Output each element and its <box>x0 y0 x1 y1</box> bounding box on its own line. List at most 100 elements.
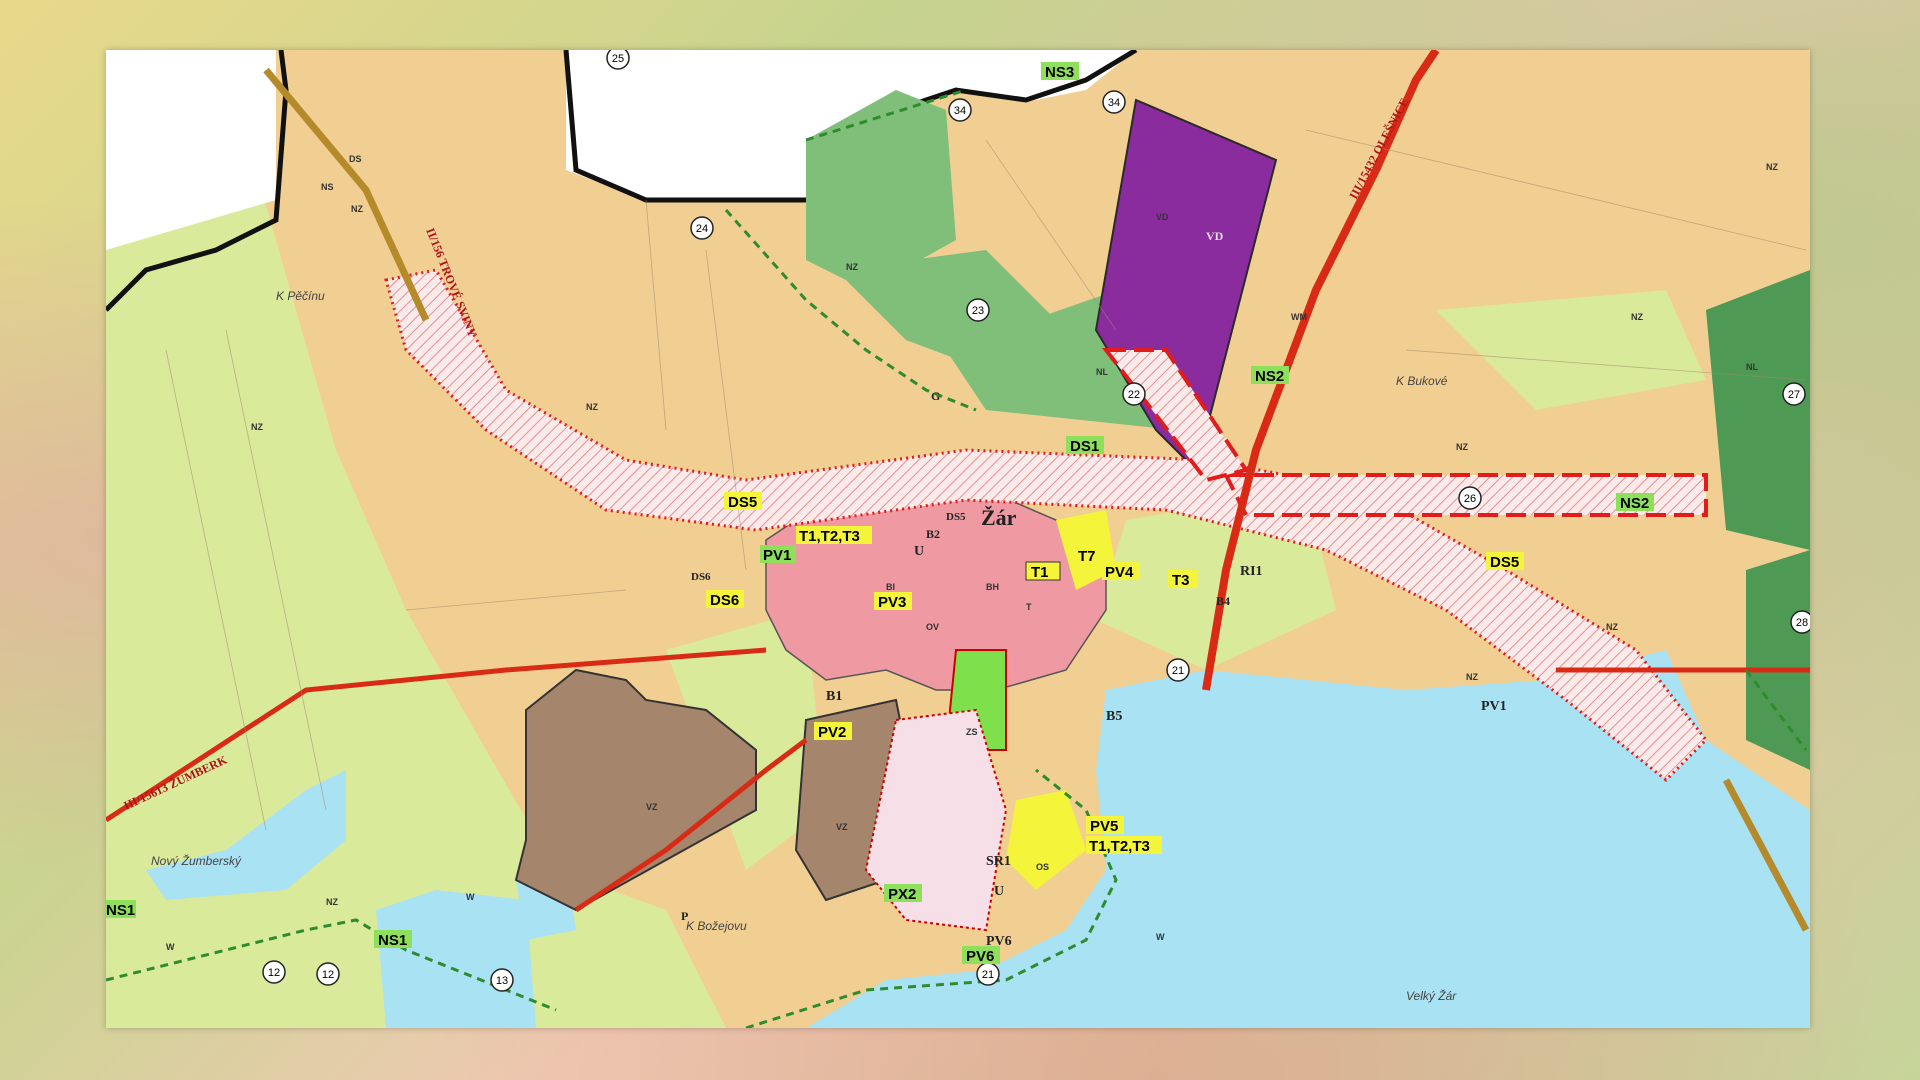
code-ds: DS <box>349 154 362 164</box>
svg-text:13: 13 <box>496 975 508 987</box>
code-vz: VZ <box>646 802 658 812</box>
code-b5: B5 <box>1106 709 1122 724</box>
circle-number-marker: 28 <box>1790 610 1810 634</box>
svg-text:34: 34 <box>954 105 966 117</box>
tag-pv1: PV1 <box>760 545 796 564</box>
code-ri1: RI1 <box>1240 564 1263 579</box>
code-ns: NS <box>321 182 334 192</box>
svg-text:PV5: PV5 <box>1090 818 1118 835</box>
svg-text:T1,T2,T3: T1,T2,T3 <box>799 528 860 545</box>
code-ds5: DS5 <box>946 511 966 523</box>
tag-ns1: NS1 <box>374 930 412 949</box>
code-g: G <box>931 389 940 403</box>
circle-number-marker: 34 <box>948 98 972 122</box>
tag-ds1: DS1 <box>1066 436 1104 455</box>
code-vd: VD <box>1156 212 1169 222</box>
code-nz: NZ <box>846 262 858 272</box>
svg-text:T1,T2,T3: T1,T2,T3 <box>1089 838 1150 855</box>
tag-ns3: NS3 <box>1041 62 1079 81</box>
circle-number-marker: 24 <box>690 216 714 240</box>
svg-text:25: 25 <box>612 53 624 65</box>
tag-t1: T1 <box>1025 561 1061 581</box>
code-t: T <box>1026 602 1032 612</box>
code-os: OS <box>1036 862 1049 872</box>
svg-text:DS5: DS5 <box>1490 554 1519 571</box>
code-b4: B4 <box>1216 594 1230 608</box>
code-nz: NZ <box>1606 622 1618 632</box>
code-nz: NZ <box>1456 442 1468 452</box>
tag-pv5: PV5 <box>1086 816 1124 835</box>
tag-pv2: PV2 <box>814 722 852 741</box>
code-pv6: PV6 <box>986 934 1012 949</box>
tag-t123: T1,T2,T3 <box>1086 836 1162 855</box>
locality-velky-zar: Velký Žár <box>1406 988 1457 1003</box>
road-label-iii-15432: III/15432 OLEŠNICE <box>1346 96 1411 202</box>
locality-novy-zumbersky: Nový Žumberský <box>151 853 242 868</box>
code-nz: NZ <box>351 204 363 214</box>
code-w: W <box>466 892 475 902</box>
code-bi: BI <box>886 582 895 592</box>
svg-text:PV6: PV6 <box>966 948 994 965</box>
svg-text:34: 34 <box>1108 97 1120 109</box>
svg-text:DS1: DS1 <box>1070 438 1099 455</box>
code-nz: NZ <box>251 422 263 432</box>
tag-pv3: PV3 <box>874 592 912 611</box>
code-nz: NZ <box>1766 162 1778 172</box>
code-nz: NZ <box>1631 312 1643 322</box>
svg-text:22: 22 <box>1128 389 1140 401</box>
code-ov: OV <box>926 622 939 632</box>
svg-text:27: 27 <box>1788 389 1800 401</box>
village-name: Žár <box>981 505 1017 530</box>
code-w: W <box>1156 932 1165 942</box>
tag-ds5: DS5 <box>1486 552 1524 571</box>
code-nl: NL <box>1096 367 1108 377</box>
tag-ns2: NS2 <box>1616 493 1654 512</box>
zoning-map[interactable]: NZ NZ NZ NZ NZ NZ NZ NZ NZ NZ DS NS NL N… <box>106 50 1810 1028</box>
svg-text:21: 21 <box>982 969 994 981</box>
tag-px2: PX2 <box>884 884 922 903</box>
circle-number-marker: 21 <box>1166 658 1190 682</box>
tag-t123: T1,T2,T3 <box>796 526 872 545</box>
tag-t3: T3 <box>1168 570 1198 589</box>
circle-number-marker: 26 <box>1458 486 1482 510</box>
tag-t7: T7 <box>1074 546 1106 565</box>
tag-pv4: PV4 <box>1102 562 1140 581</box>
svg-text:PV1: PV1 <box>763 547 791 564</box>
code-ds6: DS6 <box>691 571 711 583</box>
code-bh: BH <box>986 582 999 592</box>
svg-text:PV2: PV2 <box>818 724 846 741</box>
tag-ns2: NS2 <box>1251 366 1289 385</box>
svg-text:23: 23 <box>972 305 984 317</box>
svg-text:28: 28 <box>1796 617 1808 629</box>
code-nz: NZ <box>1466 672 1478 682</box>
locality-k-bukove: K Bukové <box>1396 374 1448 388</box>
svg-text:DS5: DS5 <box>728 494 757 511</box>
code-zs: ZS <box>966 727 978 737</box>
circle-number-marker: 21 <box>976 962 1000 986</box>
tag-ns1: NS1 <box>106 900 136 919</box>
svg-text:PX2: PX2 <box>888 886 916 903</box>
svg-text:DS6: DS6 <box>710 592 739 609</box>
code-b1: B1 <box>826 689 842 704</box>
tag-ds5: DS5 <box>724 492 762 511</box>
circle-number-marker: 25 <box>606 50 630 70</box>
map-view[interactable]: NZ NZ NZ NZ NZ NZ NZ NZ NZ NZ DS NS NL N… <box>106 50 1810 1028</box>
code-sr1: SR1 <box>986 854 1011 869</box>
code-vz: VZ <box>836 822 848 832</box>
code-nz: NZ <box>326 897 338 907</box>
circle-number-marker: 27 <box>1782 382 1806 406</box>
svg-text:NS1: NS1 <box>378 932 407 949</box>
svg-text:PV3: PV3 <box>878 594 906 611</box>
svg-text:T3: T3 <box>1172 572 1190 589</box>
code-b2: B2 <box>926 527 940 541</box>
area-pv5[interactable] <box>1006 790 1086 890</box>
locality-k-bozejovu: K Božejovu <box>686 919 747 933</box>
code-nl: NL <box>1746 362 1758 372</box>
code-nz: NZ <box>586 402 598 412</box>
code-u: U <box>994 884 1004 899</box>
code-vd: VD <box>1206 229 1224 243</box>
svg-text:T1: T1 <box>1031 564 1049 581</box>
code-wm: WM <box>1291 312 1307 322</box>
svg-text:24: 24 <box>696 223 708 235</box>
code-pv1: PV1 <box>1481 699 1507 714</box>
